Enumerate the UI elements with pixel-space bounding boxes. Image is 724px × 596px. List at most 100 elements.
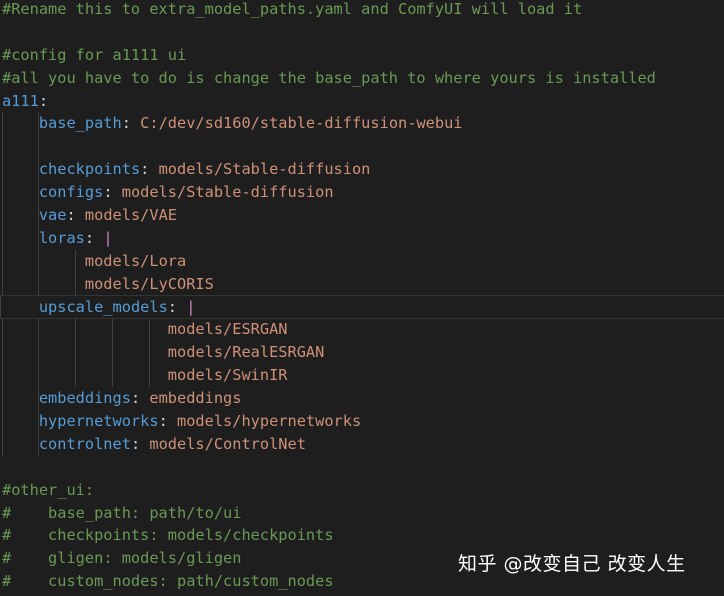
indent-guide <box>0 295 1 319</box>
punctuation-token: : <box>130 389 150 408</box>
indent-guide <box>112 318 113 342</box>
code-line[interactable] <box>2 21 724 44</box>
code-line[interactable]: #Rename this to extra_model_paths.yaml a… <box>2 0 724 21</box>
code-line[interactable]: configs: models/Stable-diffusion <box>2 181 724 205</box>
code-editor[interactable]: #Rename this to extra_model_paths.yaml a… <box>0 0 724 593</box>
punctuation-token <box>2 435 39 453</box>
indent-guide <box>75 341 76 365</box>
value-token: models/Stable-diffusion <box>158 160 371 179</box>
indent-guide <box>38 204 39 227</box>
code-line[interactable] <box>2 456 724 479</box>
code-line[interactable]: base_path: C:/dev/sd160/stable-diffusion… <box>2 112 724 136</box>
value-token: models/ControlNet <box>149 434 306 453</box>
punctuation-token <box>2 275 85 293</box>
watermark: 知乎 @改变自己 改变人生 <box>458 553 686 575</box>
indent-guide <box>38 135 39 159</box>
key-token: hypernetworks <box>38 412 159 431</box>
indent-guide <box>2 432 3 456</box>
comment-token: #config for a1111 ui <box>2 45 187 64</box>
indent-guide <box>38 318 39 342</box>
indent-guide <box>112 341 113 365</box>
code-line[interactable]: controlnet: models/ControlNet <box>2 432 724 456</box>
indent-guide <box>2 158 3 182</box>
indent-guide <box>38 432 39 456</box>
value-token: models/VAE <box>84 206 178 225</box>
indent-guide <box>2 204 3 227</box>
indent-guide <box>75 249 76 273</box>
comment-token: #Rename this to extra_model_paths.yaml a… <box>2 0 583 18</box>
code-line[interactable]: #all you have to do is change the base_p… <box>2 67 724 90</box>
indent-guide <box>38 364 39 388</box>
code-line[interactable]: checkpoints: models/Stable-diffusion <box>2 158 724 182</box>
indent-guide <box>75 318 76 342</box>
key-token: base_path <box>38 114 122 133</box>
indent-guide <box>38 226 39 250</box>
code-line[interactable]: #config for a1111 ui <box>2 44 724 67</box>
comment-token: #all you have to do is change the base_p… <box>2 68 656 87</box>
code-line[interactable]: hypernetworks: models/hypernetworks <box>2 410 724 433</box>
key-token: controlnet <box>38 434 131 453</box>
indent-guide <box>2 364 3 388</box>
punctuation-token: : <box>84 228 104 247</box>
key-token: loras <box>38 228 85 247</box>
punctuation-token <box>2 343 168 361</box>
indent-guide <box>2 135 3 159</box>
code-line[interactable]: loras: | <box>2 226 724 250</box>
punctuation-token <box>2 389 39 407</box>
punctuation-token <box>2 320 168 338</box>
code-line[interactable]: embeddings: embeddings <box>2 387 724 411</box>
code-line[interactable]: #other_ui: <box>2 479 724 502</box>
comment-token: # base_path: path/to/ui <box>2 503 242 522</box>
indent-guide <box>38 387 39 411</box>
block-indicator-token: | <box>186 297 196 316</box>
punctuation-token: : <box>103 183 122 202</box>
value-token: models/RealESRGAN <box>167 343 325 362</box>
comment-token: # gligen: models/gligen <box>2 549 242 568</box>
punctuation-token <box>2 114 39 132</box>
punctuation-token: : <box>140 160 159 179</box>
indent-guide <box>2 410 3 433</box>
value-token: models/Stable-diffusion <box>121 183 334 202</box>
code-line[interactable]: models/ESRGAN <box>2 318 724 342</box>
value-token: models/Lora <box>84 251 187 270</box>
punctuation-token: : <box>121 114 141 133</box>
value-token: models/SwinIR <box>167 366 288 385</box>
code-line[interactable]: models/Lora <box>2 249 724 273</box>
code-line[interactable]: models/LyCORIS <box>2 272 724 296</box>
code-line[interactable]: # checkpoints: models/checkpoints <box>2 524 724 547</box>
block-indicator-token: | <box>103 228 113 247</box>
punctuation-token <box>2 298 39 316</box>
key-token: a111 <box>2 91 39 110</box>
indent-guide <box>38 341 39 365</box>
indent-guide <box>149 318 150 342</box>
code-line[interactable]: a111: <box>2 90 724 113</box>
value-token: models/hypernetworks <box>177 412 362 431</box>
punctuation-token: : <box>130 434 150 453</box>
key-token: upscale_models <box>38 297 168 316</box>
punctuation-token <box>2 229 39 247</box>
key-token: configs <box>38 183 104 202</box>
value-token: models/LyCORIS <box>84 274 214 293</box>
indent-guide <box>38 181 39 205</box>
punctuation-token: : <box>158 412 177 431</box>
indent-guide <box>149 364 150 388</box>
value-token: C:/dev/sd160/stable-diffusion-webui <box>140 114 463 133</box>
indent-guide <box>38 112 39 136</box>
code-line[interactable]: # base_path: path/to/ui <box>2 502 724 525</box>
indent-guide <box>75 272 76 296</box>
code-line[interactable] <box>2 135 724 159</box>
code-line[interactable]: models/SwinIR <box>2 364 724 388</box>
code-line[interactable]: upscale_models: | <box>0 294 724 320</box>
punctuation-token <box>2 252 85 270</box>
value-token: models/ESRGAN <box>167 320 288 339</box>
punctuation-token <box>2 183 39 201</box>
indent-guide <box>38 158 39 182</box>
code-line[interactable]: models/RealESRGAN <box>2 341 724 365</box>
indent-guide <box>75 364 76 388</box>
comment-token: #other_ui: <box>2 480 95 499</box>
key-token: embeddings <box>38 389 131 408</box>
indent-guide <box>2 181 3 205</box>
code-line[interactable]: vae: models/VAE <box>2 204 724 227</box>
punctuation-token <box>2 160 39 178</box>
indent-guide <box>2 387 3 411</box>
